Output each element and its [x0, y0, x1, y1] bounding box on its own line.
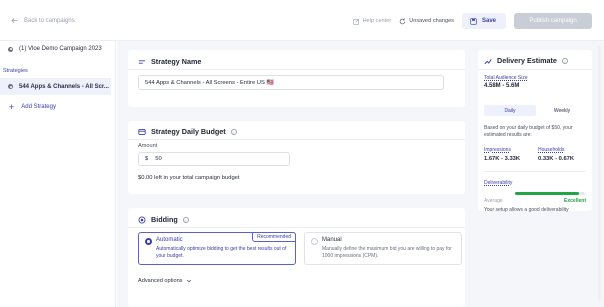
- divider: [128, 69, 465, 70]
- save-label: Save: [481, 18, 496, 24]
- back-label: Back to campaigns: [24, 17, 75, 24]
- deliverability-high-label: Excellent: [564, 198, 586, 204]
- save-icon: [470, 17, 477, 25]
- delivery-estimate-title: Delivery Estimate i: [484, 56, 568, 65]
- main-content: Strategy Name 544 Apps & Channels - All …: [117, 41, 604, 307]
- sidebar-campaign-item[interactable]: (1) Vloe Demo Campaign 2023: [0, 41, 115, 57]
- unsaved-changes-indicator: Unsaved changes: [399, 18, 454, 25]
- households-label: Households: [538, 147, 565, 153]
- info-icon[interactable]: i: [182, 216, 189, 223]
- period-toggle: Daily Weekly: [484, 105, 588, 116]
- top-bar: Back to campaigns Help center Unsaved ch…: [0, 0, 604, 41]
- currency-symbol: $: [145, 156, 149, 162]
- delivery-icon: [484, 58, 492, 64]
- arrow-left-icon: [11, 18, 18, 23]
- scrollbar[interactable]: [598, 45, 601, 300]
- strategy-name-input[interactable]: 544 Apps & Channels - All Screens - Enti…: [138, 75, 444, 90]
- budget-amount-input[interactable]: $ 50: [138, 152, 290, 166]
- info-icon[interactable]: i: [561, 57, 568, 64]
- save-button[interactable]: Save: [461, 13, 506, 29]
- advanced-options-label: Advanced options: [138, 278, 183, 284]
- audience-size-value: 4.58M - 5.6M: [484, 83, 520, 89]
- back-to-campaigns-link[interactable]: Back to campaigns: [11, 17, 75, 24]
- add-strategy-label: Add Strategy: [21, 104, 56, 110]
- info-icon[interactable]: i: [230, 128, 237, 135]
- deliverability-label: Deliverability: [484, 180, 513, 186]
- bidding-option-manual[interactable]: Manual Manually define the maximum bid y…: [304, 232, 462, 265]
- divider: [484, 171, 586, 172]
- help-center-link[interactable]: Help center: [352, 18, 392, 25]
- estimate-description: Based on your daily budget of $50, your …: [484, 125, 573, 138]
- impressions-label: Impressions: [484, 147, 511, 153]
- deliverability-bar: [515, 192, 585, 195]
- strategy-name-heading: Strategy Name: [151, 57, 202, 66]
- refresh-icon: [399, 18, 406, 24]
- header-actions: Help center Unsaved changes Save Publish…: [352, 13, 592, 29]
- advanced-options-toggle[interactable]: Advanced options: [138, 278, 192, 284]
- radio-unselected-icon[interactable]: [311, 238, 318, 245]
- daily-budget-heading: Strategy Daily Budget: [151, 127, 226, 136]
- divider: [128, 139, 465, 140]
- strategy-item-label: 544 Apps & Channels - All Scr...: [19, 83, 109, 90]
- strategy-name-title: Strategy Name: [138, 57, 201, 66]
- sidebar-item-strategy[interactable]: 544 Apps & Channels - All Scr...: [0, 78, 111, 95]
- strategy-lines-icon: [138, 59, 146, 64]
- deliverability-low-label: Average: [484, 198, 503, 204]
- strategy-name-card: Strategy Name 544 Apps & Channels - All …: [128, 50, 465, 107]
- bidding-card: Bidding i Automatic Automatically optimi…: [128, 208, 465, 307]
- divider: [128, 227, 465, 228]
- publish-campaign-button[interactable]: Publish campaign: [514, 13, 592, 29]
- add-strategy-button[interactable]: + Add Strategy: [9, 102, 56, 112]
- manual-description: Manually define the maximum bid you are …: [322, 246, 452, 259]
- strategies-heading: Strategies: [3, 68, 28, 74]
- help-center-label: Help center: [362, 18, 392, 24]
- manual-title: Manual: [322, 237, 342, 243]
- unsaved-changes-label: Unsaved changes: [409, 18, 454, 24]
- automatic-title: Automatic: [156, 237, 183, 243]
- delivery-estimate-card: Delivery Estimate i Total Audience Size …: [478, 50, 592, 213]
- divider: [478, 69, 592, 70]
- toggle-weekly[interactable]: Weekly: [536, 105, 588, 116]
- budget-remaining-text: $0.00 left in your total campaign budget: [138, 175, 240, 181]
- bidding-option-automatic[interactable]: Automatic Automatically optimize bidding…: [138, 232, 296, 265]
- amount-value: 50: [155, 156, 162, 162]
- households-value: 0.33K - 0.67K: [538, 156, 575, 162]
- sidebar: (1) Vloe Demo Campaign 2023 Strategies 5…: [0, 41, 116, 307]
- bidding-icon: [138, 216, 146, 223]
- daily-budget-title: Strategy Daily Budget i: [138, 127, 237, 136]
- circle-dot-icon: [8, 46, 13, 52]
- budget-icon: [138, 128, 146, 135]
- deliverability-bar-fill: [515, 192, 580, 195]
- recommended-badge: Recommended: [252, 232, 296, 242]
- impressions-value: 1.67K - 3.33K: [484, 156, 521, 162]
- plus-icon: +: [9, 102, 15, 112]
- amount-label: Amount: [138, 143, 158, 149]
- daily-budget-card: Strategy Daily Budget i Amount $ 50 $0.0…: [128, 121, 465, 194]
- publish-label: Publish campaign: [529, 18, 577, 24]
- bidding-heading: Bidding: [151, 215, 178, 224]
- circle-dot-icon: [8, 84, 13, 89]
- edit-icon: [352, 18, 359, 25]
- campaign-name: (1) Vloe Demo Campaign 2023: [19, 46, 102, 52]
- automatic-description: Automatically optimize bidding to get th…: [156, 246, 287, 259]
- delivery-estimate-heading: Delivery Estimate: [497, 56, 557, 65]
- deliverability-message: Your setup allows a good deliverability: [484, 207, 569, 213]
- toggle-daily[interactable]: Daily: [484, 105, 536, 116]
- bidding-title: Bidding i: [138, 215, 189, 224]
- chevron-down-icon: [187, 279, 192, 283]
- radio-selected-icon[interactable]: [145, 238, 152, 245]
- audience-size-label: Total Audience Size: [484, 75, 528, 81]
